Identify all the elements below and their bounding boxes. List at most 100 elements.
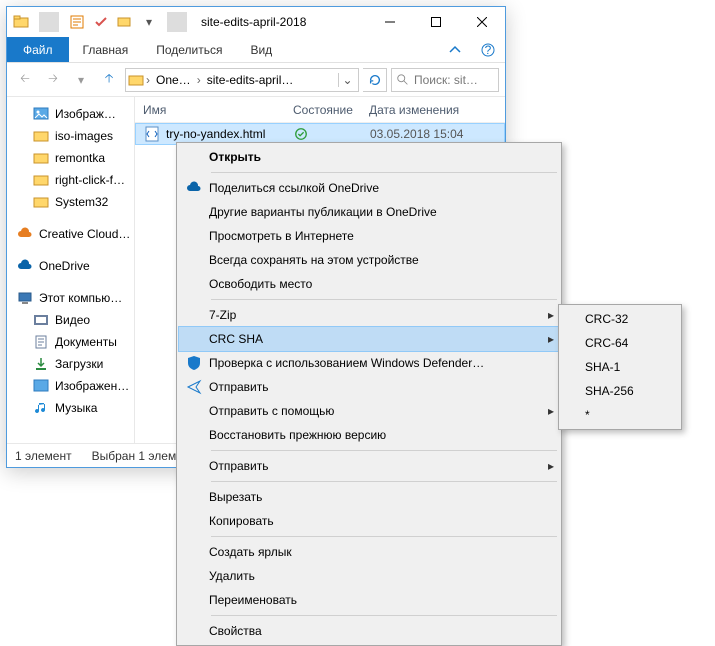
- tree-item-remontka[interactable]: remontka: [7, 147, 134, 169]
- tree-item-system32[interactable]: System32: [7, 191, 134, 213]
- tree-item-downloads[interactable]: Загрузки: [7, 353, 134, 375]
- sub-sha256[interactable]: SHA-256: [561, 379, 679, 403]
- defender-icon: [186, 355, 202, 371]
- tree-item-rightclick[interactable]: right-click-f…: [7, 169, 134, 191]
- breadcrumb-seg[interactable]: site-edits-april…: [203, 73, 298, 87]
- maximize-button[interactable]: [413, 7, 459, 37]
- tree-item-video[interactable]: Видео: [7, 309, 134, 331]
- tree-item-onedrive[interactable]: OneDrive: [7, 255, 134, 277]
- tree-item-pictures[interactable]: Изображ…: [7, 103, 134, 125]
- tree-item-creative-cloud[interactable]: Creative Cloud…: [7, 223, 134, 245]
- ctx-crc-sha[interactable]: CRC SHA▸: [179, 327, 559, 351]
- minimize-button[interactable]: [367, 7, 413, 37]
- ctx-shortcut[interactable]: Создать ярлык: [179, 540, 559, 564]
- sub-crc32[interactable]: CRC-32: [561, 307, 679, 331]
- window-title: site-edits-april-2018: [195, 15, 367, 29]
- qat-dropdown-icon[interactable]: ▾: [139, 12, 159, 32]
- tab-home[interactable]: Главная: [69, 37, 143, 62]
- nav-up-button[interactable]: 🡡: [97, 68, 121, 92]
- column-date[interactable]: Дата изменения: [361, 103, 505, 117]
- ribbon-collapse-icon[interactable]: [439, 37, 471, 62]
- pictures-icon: [33, 378, 49, 394]
- submenu-arrow-icon: ▸: [543, 332, 559, 346]
- ctx-7zip[interactable]: 7-Zip▸: [179, 303, 559, 327]
- ctx-restore[interactable]: Восстановить прежнюю версию: [179, 423, 559, 447]
- ctx-cut[interactable]: Вырезать: [179, 485, 559, 509]
- column-name[interactable]: Имя: [135, 103, 285, 117]
- svg-text:?: ?: [485, 43, 492, 57]
- status-count: 1 элемент: [15, 449, 72, 463]
- ctx-rename[interactable]: Переименовать: [179, 588, 559, 612]
- downloads-icon: [33, 356, 49, 372]
- folder-icon: [33, 194, 49, 210]
- tab-view[interactable]: Вид: [236, 37, 286, 62]
- sub-sha1[interactable]: SHA-1: [561, 355, 679, 379]
- search-input[interactable]: Поиск: sit…: [391, 68, 499, 92]
- sub-crc64[interactable]: CRC-64: [561, 331, 679, 355]
- folder-icon: [11, 12, 31, 32]
- chevron-right-icon[interactable]: ›: [144, 73, 152, 87]
- music-icon: [33, 400, 49, 416]
- this-pc-icon: [17, 290, 33, 306]
- file-name: try-no-yandex.html: [166, 127, 265, 141]
- pictures-icon: [33, 106, 49, 122]
- folder-icon: [128, 72, 144, 88]
- submenu-arrow-icon: ▸: [543, 404, 559, 418]
- share-icon: [186, 379, 202, 395]
- refresh-button[interactable]: [363, 68, 387, 92]
- ctx-onedrive-share[interactable]: Поделиться ссылкой OneDrive: [179, 176, 559, 200]
- nav-tree[interactable]: Изображ… iso-images remontka right-click…: [7, 97, 135, 443]
- video-icon: [33, 312, 49, 328]
- breadcrumb-seg[interactable]: One…: [152, 73, 195, 87]
- nav-forward-button[interactable]: 🡢: [41, 68, 65, 92]
- tree-item-images2[interactable]: Изображен…: [7, 375, 134, 397]
- chevron-right-icon[interactable]: ›: [195, 73, 203, 87]
- ctx-view-internet[interactable]: Просмотреть в Интернете: [179, 224, 559, 248]
- titlebar: ▾ site-edits-april-2018: [7, 7, 505, 37]
- qat-new-folder-icon[interactable]: [115, 12, 135, 32]
- tab-file[interactable]: Файл: [7, 37, 69, 62]
- close-button[interactable]: [459, 7, 505, 37]
- ctx-always-keep[interactable]: Всегда сохранять на этом устройстве: [179, 248, 559, 272]
- creative-cloud-icon: [17, 226, 33, 242]
- sub-star[interactable]: *: [561, 403, 679, 427]
- ctx-onedrive-other[interactable]: Другие варианты публикации в OneDrive: [179, 200, 559, 224]
- breadcrumb-dropdown-icon[interactable]: ⌄: [338, 73, 356, 87]
- column-headers: Имя Состояние Дата изменения: [135, 97, 505, 123]
- ctx-send-to[interactable]: Отправить▸: [179, 454, 559, 478]
- crc-sha-submenu: CRC-32 CRC-64 SHA-1 SHA-256 *: [558, 304, 682, 430]
- search-icon: [396, 73, 410, 87]
- documents-icon: [33, 334, 49, 350]
- ctx-send[interactable]: Отправить: [179, 375, 559, 399]
- html-file-icon: [144, 126, 160, 142]
- file-date: 03.05.2018 15:04: [362, 127, 504, 141]
- ctx-copy[interactable]: Копировать: [179, 509, 559, 533]
- ctx-delete[interactable]: Удалить: [179, 564, 559, 588]
- ribbon-tabs: Файл Главная Поделиться Вид ?: [7, 37, 505, 63]
- nav-recent-dropdown[interactable]: ▾: [69, 68, 93, 92]
- sync-ok-icon: [294, 127, 308, 141]
- folder-icon: [33, 128, 49, 144]
- submenu-arrow-icon: ▸: [543, 308, 559, 322]
- address-bar: 🡠 🡢 ▾ 🡡 › One… › site-edits-april… ⌄ Пои…: [7, 63, 505, 97]
- ctx-send-with[interactable]: Отправить с помощью▸: [179, 399, 559, 423]
- column-state[interactable]: Состояние: [285, 103, 361, 117]
- onedrive-icon: [17, 258, 33, 274]
- tab-share[interactable]: Поделиться: [142, 37, 236, 62]
- ctx-properties[interactable]: Свойства: [179, 619, 559, 643]
- ctx-free-space[interactable]: Освободить место: [179, 272, 559, 296]
- ctx-defender[interactable]: Проверка с использованием Windows Defend…: [179, 351, 559, 375]
- tree-item-thispc[interactable]: Этот компью…: [7, 287, 134, 309]
- context-menu: Открыть Поделиться ссылкой OneDrive Друг…: [176, 142, 562, 646]
- tree-item-iso[interactable]: iso-images: [7, 125, 134, 147]
- tree-item-music[interactable]: Музыка: [7, 397, 134, 419]
- ctx-open[interactable]: Открыть: [179, 145, 559, 169]
- breadcrumb[interactable]: › One… › site-edits-april… ⌄: [125, 68, 359, 92]
- qat-properties-icon[interactable]: [67, 12, 87, 32]
- help-icon[interactable]: ?: [471, 37, 505, 62]
- tree-item-documents[interactable]: Документы: [7, 331, 134, 353]
- search-placeholder: Поиск: sit…: [414, 73, 478, 87]
- onedrive-icon: [186, 180, 202, 196]
- nav-back-button[interactable]: 🡠: [13, 68, 37, 92]
- qat-checked-icon[interactable]: [91, 12, 111, 32]
